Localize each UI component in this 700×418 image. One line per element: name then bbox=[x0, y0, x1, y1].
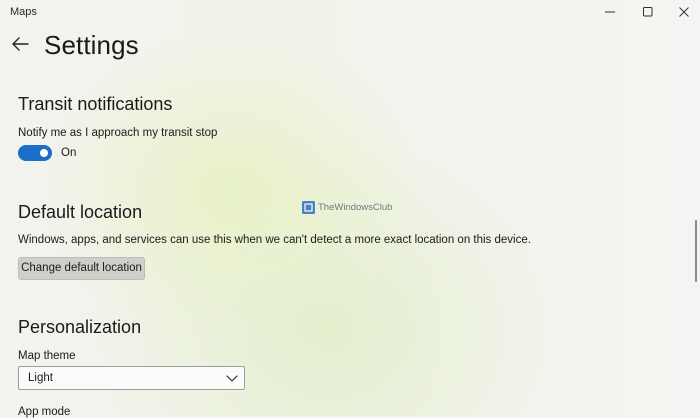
vertical-scrollbar-thumb[interactable] bbox=[695, 220, 697, 282]
title-bar: Maps bbox=[0, 0, 700, 26]
map-theme-label: Map theme bbox=[18, 350, 76, 362]
default-location-heading: Default location bbox=[18, 202, 143, 222]
maximize-button[interactable] bbox=[628, 2, 668, 22]
minimize-button[interactable] bbox=[590, 2, 630, 22]
transit-toggle-state: On bbox=[61, 147, 77, 159]
close-icon bbox=[679, 7, 689, 17]
toggle-knob bbox=[40, 149, 48, 157]
app-title: Maps bbox=[10, 6, 37, 18]
close-button[interactable] bbox=[664, 2, 700, 22]
page-title: Settings bbox=[44, 30, 139, 60]
default-location-description: Windows, apps, and services can use this… bbox=[18, 234, 531, 246]
change-default-location-button[interactable]: Change default location bbox=[18, 257, 145, 280]
maximize-icon bbox=[643, 7, 653, 17]
app-mode-label: App mode bbox=[18, 406, 71, 418]
chevron-down-icon bbox=[226, 375, 238, 382]
transit-notifications-heading: Transit notifications bbox=[18, 94, 173, 114]
transit-notify-toggle[interactable] bbox=[18, 145, 52, 161]
minimize-icon bbox=[605, 11, 615, 13]
map-theme-value: Light bbox=[28, 372, 53, 384]
personalization-heading: Personalization bbox=[18, 317, 142, 337]
watermark: TheWindowsClub bbox=[302, 201, 392, 214]
transit-notify-label: Notify me as I approach my transit stop bbox=[18, 127, 218, 139]
watermark-text: TheWindowsClub bbox=[318, 202, 393, 213]
back-button[interactable] bbox=[8, 32, 32, 56]
windows-club-logo-icon bbox=[302, 201, 315, 214]
map-theme-dropdown[interactable]: Light bbox=[18, 366, 245, 390]
back-arrow-icon bbox=[12, 37, 29, 51]
